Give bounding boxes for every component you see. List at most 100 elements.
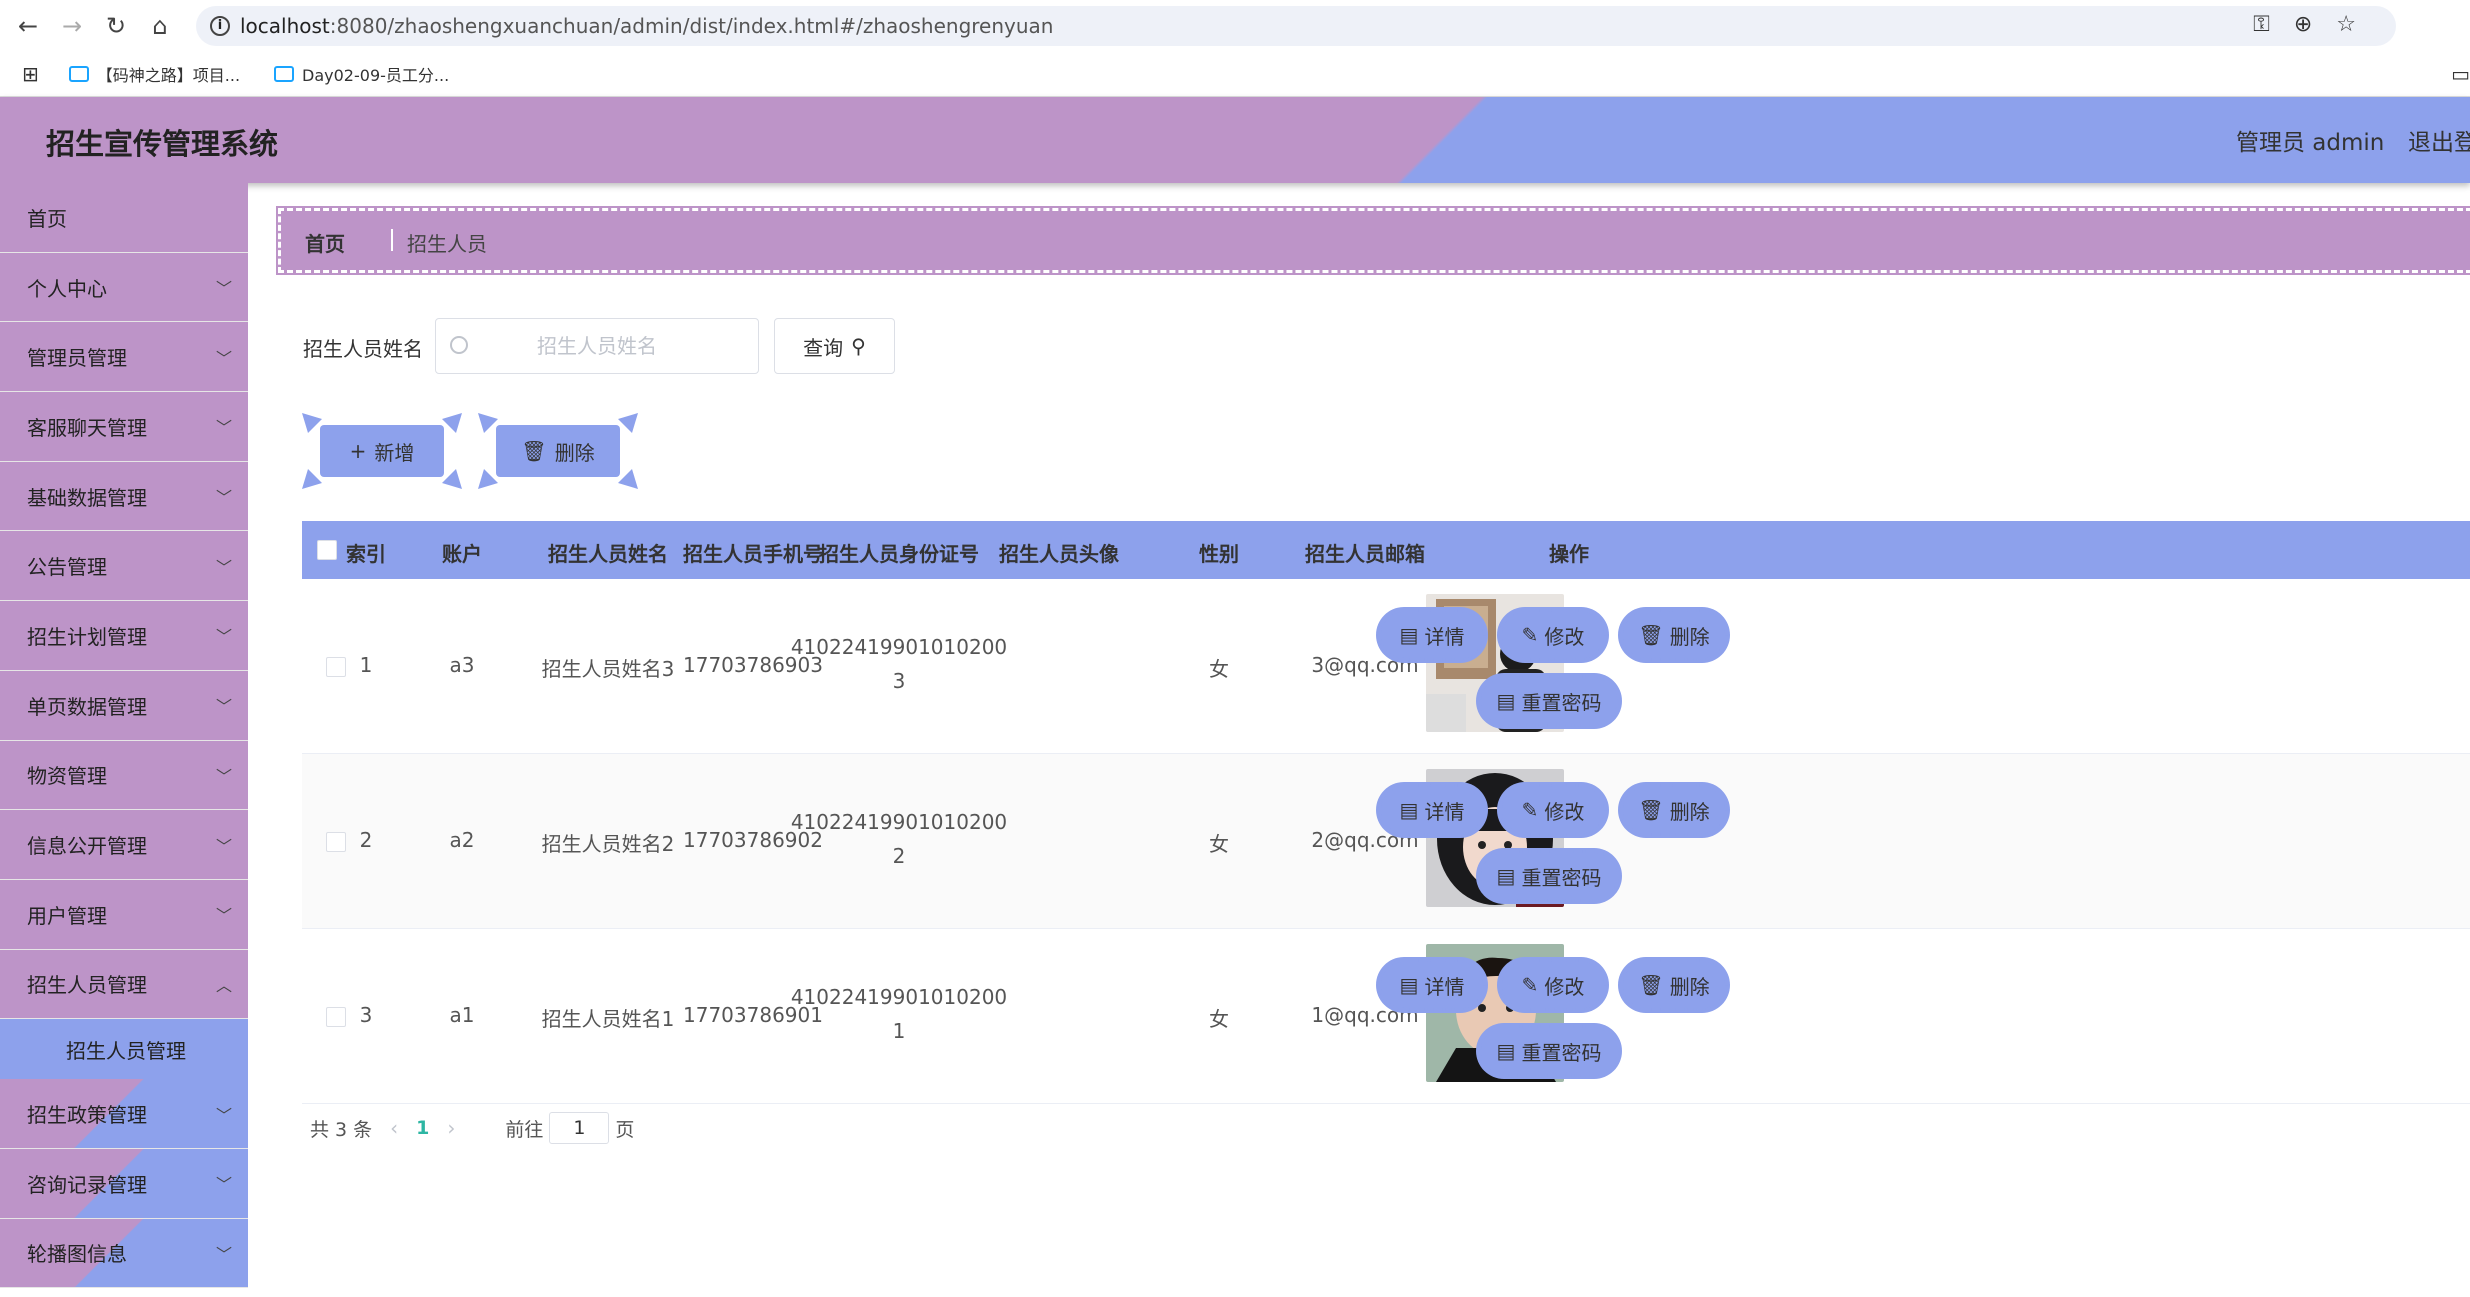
sidebar-item-admin[interactable]: 管理员管理 ﹀ [0, 322, 248, 393]
cell-index: 1 [359, 653, 373, 677]
reset-password-label: 重置密码 [1521, 690, 1602, 715]
edit-button[interactable]: ✎ 修改 [1499, 609, 1607, 661]
bookmark-item[interactable]: Day02-09-员工分... [274, 62, 449, 86]
reload-icon[interactable]: ↻ [94, 4, 138, 48]
bookmark-item[interactable]: 【码神之路】项目... [68, 62, 240, 86]
edit-button[interactable]: ✎ 修改 [1499, 959, 1607, 1011]
delete-button[interactable]: 🗑 删除 [1620, 959, 1728, 1011]
cell-account: a2 [449, 828, 475, 852]
search-input[interactable] [436, 334, 758, 358]
sidebar-item-label: 招生计划管理 [27, 624, 147, 649]
forward-icon[interactable]: → [50, 4, 94, 48]
sidebar-item-carousel[interactable]: 轮播图信息 ﹀ [0, 1218, 248, 1289]
sidebar-item-plan[interactable]: 招生计划管理 ﹀ [0, 601, 248, 671]
site-info-icon[interactable]: i [210, 16, 230, 36]
chevron-right-icon[interactable]: › [447, 1116, 455, 1140]
button-corner-decoration [442, 413, 462, 433]
logout-button[interactable]: 退出登录 [2408, 123, 2470, 157]
query-button[interactable]: 查询 ⚲ [774, 318, 895, 374]
sidebar-item-recruiters[interactable]: 招生人员管理 ︿ [0, 949, 248, 1020]
cell-idcard-line1: 41022419901010200 [790, 635, 1008, 659]
back-icon[interactable]: ← [6, 4, 50, 48]
th-account: 账户 [442, 542, 482, 566]
cell-index: 3 [359, 1003, 373, 1027]
breadcrumb: 首页 招生人员 [276, 206, 2470, 275]
chevron-down-icon: ﹀ [215, 906, 232, 926]
star-icon[interactable]: ☆ [2336, 12, 2356, 37]
add-button[interactable]: + 新增 [302, 413, 462, 489]
add-button-body[interactable]: + 新增 [320, 425, 444, 477]
chevron-down-icon: ﹀ [215, 348, 232, 368]
sidebar-item-label: 管理员管理 [27, 346, 127, 371]
th-index: 索引 [346, 542, 386, 566]
cell-gender: 女 [1209, 832, 1229, 856]
edit-button[interactable]: ✎ 修改 [1499, 784, 1607, 836]
pager-goto-input[interactable]: 1 [549, 1112, 610, 1144]
apps-icon[interactable]: ⊞ [22, 62, 39, 86]
cell-name: 招生人员姓名3 [541, 657, 675, 681]
sidebar-item-label: 物资管理 [27, 764, 107, 789]
edit-label: 修改 [1544, 799, 1585, 824]
sidebar-item-users[interactable]: 用户管理 ﹀ [0, 879, 248, 950]
delete-label: 删除 [1669, 624, 1710, 649]
chevron-up-icon: ︿ [215, 975, 232, 995]
cell-idcard-line2: 1 [892, 1019, 906, 1043]
chevron-left-icon[interactable]: ‹ [390, 1116, 398, 1140]
sidebar-item-consult[interactable]: 咨询记录管理 ﹀ [0, 1148, 248, 1219]
breadcrumb-home[interactable]: 首页 [305, 228, 345, 257]
document-icon: ▤ [1399, 798, 1419, 822]
row-checkbox[interactable] [326, 1007, 346, 1027]
cell-idcard-line2: 2 [892, 844, 906, 868]
sidebar-item-supplies[interactable]: 物资管理 ﹀ [0, 740, 248, 811]
sidebar-item-disclosure[interactable]: 信息公开管理 ﹀ [0, 810, 248, 880]
sidebar-item-singlepage[interactable]: 单页数据管理 ﹀ [0, 670, 248, 741]
detail-label: 详情 [1424, 799, 1465, 824]
trash-icon: 🗑 [1638, 973, 1664, 997]
chevron-down-icon: ﹀ [215, 1244, 232, 1264]
row-checkbox[interactable] [326, 832, 346, 852]
chevron-down-icon: ﹀ [215, 766, 232, 786]
sidebar-subitem-recruiters[interactable]: 招生人员管理 [0, 1019, 248, 1080]
browser-toolbar: ← → ↻ ⌂ i localhost:8080/zhaoshengxuanch… [0, 0, 2470, 52]
batch-delete-button-body[interactable]: 🗑 删除 [496, 425, 620, 477]
reset-password-button[interactable]: ▤ 重置密码 [1478, 675, 1620, 727]
sidebar-item-notice[interactable]: 公告管理 ﹀ [0, 531, 248, 602]
delete-button[interactable]: 🗑 删除 [1620, 784, 1728, 836]
detail-button[interactable]: ▤ 详情 [1378, 784, 1486, 836]
reset-password-button[interactable]: ▤ 重置密码 [1478, 1025, 1620, 1077]
key-icon[interactable]: ⚿ [2253, 12, 2270, 37]
delete-button[interactable]: 🗑 删除 [1620, 609, 1728, 661]
address-bar[interactable]: i localhost:8080/zhaoshengxuanchuan/admi… [196, 6, 2396, 46]
cell-idcard-line1: 41022419901010200 [790, 810, 1008, 834]
sidebar-item-basedata[interactable]: 基础数据管理 ﹀ [0, 461, 248, 532]
search-field[interactable] [435, 318, 759, 374]
sidebar-item-chat[interactable]: 客服聊天管理 ﹀ [0, 392, 248, 462]
sidebar-item-label: 招生人员管理 [27, 973, 147, 998]
sidebar-item-label: 首页 [27, 206, 67, 231]
select-all-checkbox[interactable] [317, 540, 337, 560]
trash-icon: 🗑 [521, 439, 547, 463]
sidebar-item-label: 单页数据管理 [27, 694, 147, 719]
sidebar-item-policy[interactable]: 招生政策管理 ﹀ [0, 1079, 248, 1149]
button-corner-decoration [618, 469, 638, 489]
cell-name: 招生人员姓名2 [541, 832, 675, 856]
batch-delete-label: 删除 [554, 440, 595, 465]
sidebar-item-home[interactable]: 首页 [0, 183, 248, 253]
pager-page-number[interactable]: 1 [416, 1117, 429, 1139]
th-avatar: 招生人员头像 [999, 542, 1119, 566]
detail-button[interactable]: ▤ 详情 [1378, 959, 1486, 1011]
sidebar-item-label: 客服聊天管理 [27, 415, 147, 440]
chevron-down-icon: ﹀ [215, 1175, 232, 1195]
chevron-down-icon: ﹀ [215, 488, 232, 508]
zoom-icon[interactable]: ⊕ [2294, 12, 2312, 37]
detail-button[interactable]: ▤ 详情 [1378, 609, 1486, 661]
th-gender: 性别 [1199, 542, 1239, 566]
chevron-down-icon: ﹀ [215, 279, 232, 299]
sidebar-item-personal[interactable]: 个人中心 ﹀ [0, 252, 248, 323]
folder-icon[interactable]: ▭ [2451, 62, 2470, 86]
reset-password-button[interactable]: ▤ 重置密码 [1478, 850, 1620, 902]
batch-delete-button[interactable]: 🗑 删除 [478, 413, 638, 489]
chevron-down-icon: ﹀ [215, 836, 232, 856]
home-icon[interactable]: ⌂ [138, 4, 182, 48]
row-checkbox[interactable] [326, 657, 346, 677]
